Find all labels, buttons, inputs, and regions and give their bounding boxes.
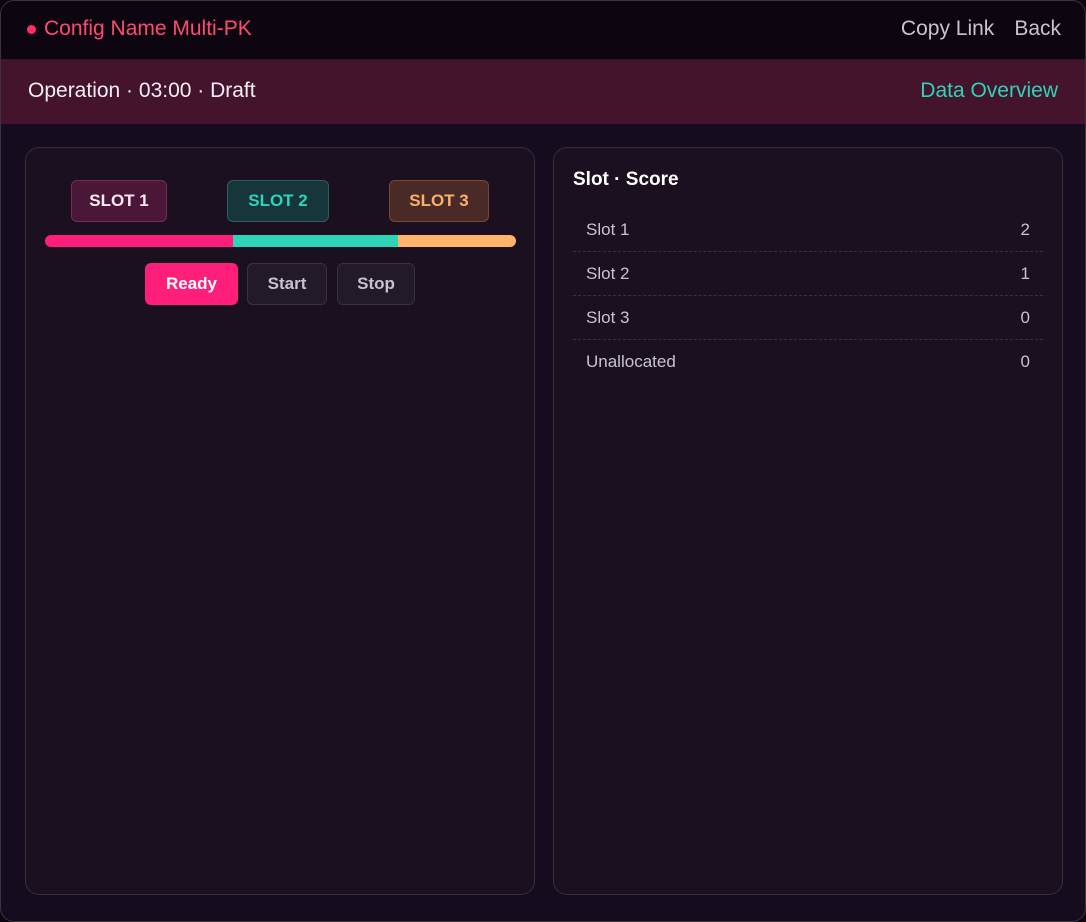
slot-1-segment [45,235,234,247]
header-actions: Copy Link Back [901,17,1061,41]
score-value: 2 [1020,220,1030,239]
slot-3-segment [398,235,516,247]
score-label: Unallocated [586,352,676,371]
slots-panel: SLOT 1 SLOT 2 SLOT 3 Ready Start Stop [25,147,535,895]
slot-3-button[interactable]: SLOT 3 [389,180,489,222]
score-label: Slot 3 [586,308,630,327]
score-label: Slot 2 [586,264,630,283]
data-overview-link[interactable]: Data Overview [920,79,1058,103]
score-value: 1 [1020,264,1030,283]
slot-2-segment [233,235,399,247]
config-title-text: Config Name Multi-PK [44,17,252,40]
score-row: Slot 3 0 [573,296,1043,340]
config-title: Config Name Multi-PK [27,17,252,41]
ready-button[interactable]: Ready [145,263,238,305]
copy-link-button[interactable]: Copy Link [901,17,994,41]
score-row: Slot 2 1 [573,252,1043,296]
score-label: Slot 1 [586,220,630,239]
slot-2-button[interactable]: SLOT 2 [227,180,329,222]
stop-button[interactable]: Stop [337,263,415,305]
live-dot-icon [27,24,36,34]
start-button[interactable]: Start [247,263,327,305]
scoreboard-panel: Slot · Score Slot 1 2 Slot 2 1 Slot 3 0 … [553,147,1063,895]
status-bar: Operation · 03:00 · Draft Data Overview [1,60,1085,124]
score-list: Slot 1 2 Slot 2 1 Slot 3 0 Unallocated 0 [573,208,1043,383]
score-row: Slot 1 2 [573,208,1043,252]
back-button[interactable]: Back [1014,17,1061,41]
score-value: 0 [1020,352,1030,371]
slot-1-button[interactable]: SLOT 1 [71,180,167,222]
score-value: 0 [1020,308,1030,327]
score-row: Unallocated 0 [573,340,1043,383]
app-window: Config Name Multi-PK Copy Link Back Oper… [0,0,1086,922]
operation-status: Operation · 03:00 · Draft [28,79,256,102]
top-bar: Config Name Multi-PK Copy Link Back [1,1,1085,60]
slot-distribution-bar [45,235,516,247]
scoreboard-title: Slot · Score [573,169,679,190]
